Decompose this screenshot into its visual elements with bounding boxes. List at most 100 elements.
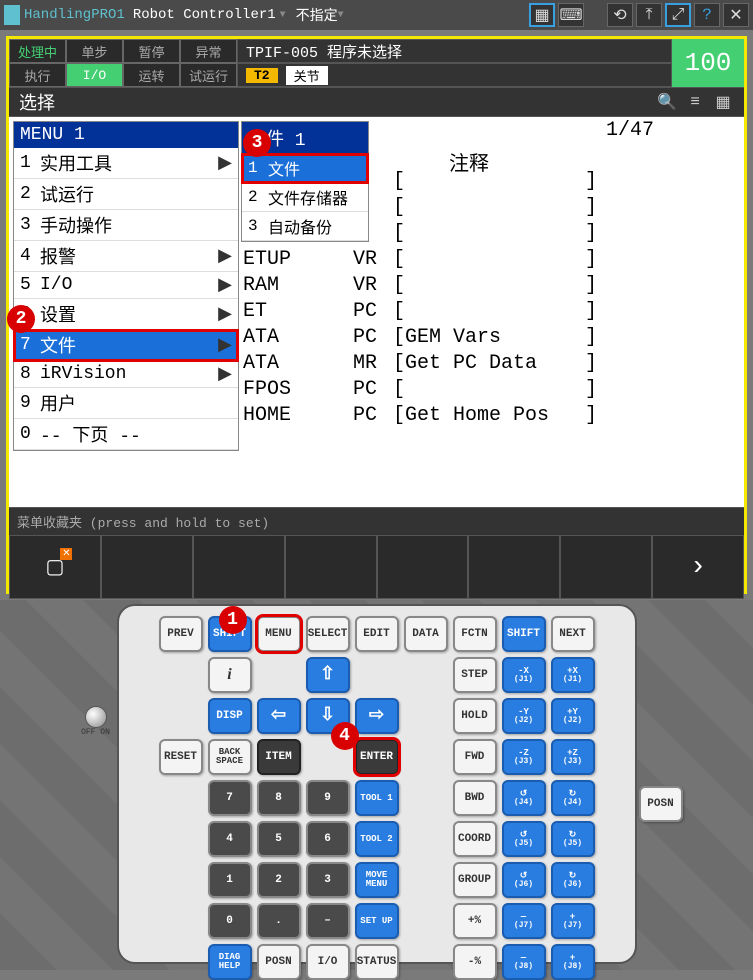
menu-item-irvision[interactable]: 8iRVision▶: [14, 361, 238, 388]
zoom-icon[interactable]: 🔍: [656, 91, 678, 113]
expand-icon[interactable]: ⤢: [665, 3, 691, 27]
fctn-button[interactable]: FCTN: [453, 616, 497, 652]
favorite-slot[interactable]: [285, 535, 377, 599]
diag-button[interactable]: DIAG HELP: [208, 944, 252, 980]
jog-minus-j6[interactable]: ↺(J6): [502, 862, 546, 898]
enter-button[interactable]: ENTER: [355, 739, 399, 775]
num-0[interactable]: 0: [208, 903, 252, 939]
disp-button[interactable]: DISP: [208, 698, 252, 734]
jog-plus-x[interactable]: +X(J1): [551, 657, 595, 693]
num-5[interactable]: 5: [257, 821, 301, 857]
list-icon[interactable]: ≡: [684, 91, 706, 113]
menu-item-utilities[interactable]: 1实用工具▶: [14, 148, 238, 179]
data-button[interactable]: DATA: [404, 616, 448, 652]
menu-item-file[interactable]: 7文件▶: [14, 330, 238, 361]
next-page-button[interactable]: ›: [652, 535, 744, 599]
submenu-item-filemem[interactable]: 2文件存储器: [242, 183, 368, 212]
favorite-slot[interactable]: [101, 535, 193, 599]
jog-plus-z[interactable]: +Z(J3): [551, 739, 595, 775]
menu-item-next[interactable]: 0-- 下页 --: [14, 419, 238, 450]
favorite-slot[interactable]: [193, 535, 285, 599]
num-7[interactable]: 7: [208, 780, 252, 816]
collapse-icon[interactable]: ⤒: [636, 3, 662, 27]
menu-button[interactable]: MENU: [257, 616, 301, 652]
submenu-item-file[interactable]: 1文件: [242, 154, 368, 183]
jog-minus-x[interactable]: -X(J1): [502, 657, 546, 693]
jog-minus-j8[interactable]: —(J8): [502, 944, 546, 980]
prev-button[interactable]: PREV: [159, 616, 203, 652]
io-button[interactable]: I/O: [306, 944, 350, 980]
calc-icon[interactable]: ▦: [529, 3, 555, 27]
grid-icon[interactable]: ▦: [712, 91, 734, 113]
jog-plus-y[interactable]: +Y(J2): [551, 698, 595, 734]
status-button[interactable]: STATUS: [355, 944, 399, 980]
jog-minus-j7[interactable]: —(J7): [502, 903, 546, 939]
jog-plus-j8[interactable]: +(J8): [551, 944, 595, 980]
right-arrow-button[interactable]: ⇨: [355, 698, 399, 734]
bwd-button[interactable]: BWD: [453, 780, 497, 816]
up-arrow-button[interactable]: ⇧: [306, 657, 350, 693]
menu-item-alarm[interactable]: 4报警▶: [14, 241, 238, 272]
menu-item-manual[interactable]: 3手动操作: [14, 210, 238, 241]
menu-item-setup[interactable]: 6设置▶: [14, 299, 238, 330]
jog-minus-j4[interactable]: ↺(J4): [502, 780, 546, 816]
shift-button-right[interactable]: SHIFT: [502, 616, 546, 652]
backspace-button[interactable]: BACK SPACE: [208, 739, 252, 775]
movemenu-button[interactable]: MOVE MENU: [355, 862, 399, 898]
jog-minus-y[interactable]: -Y(J2): [502, 698, 546, 734]
jog-plus-j7[interactable]: +(J7): [551, 903, 595, 939]
controller-dropdown-icon[interactable]: ▼: [280, 10, 286, 21]
jog-plus-j4[interactable]: ↻(J4): [551, 780, 595, 816]
info-button[interactable]: i: [208, 657, 252, 693]
coord-button[interactable]: COORD: [453, 821, 497, 857]
favorite-slot[interactable]: [560, 535, 652, 599]
menu-item-user[interactable]: 9用户: [14, 388, 238, 419]
fwd-button[interactable]: FWD: [453, 739, 497, 775]
menu-item-testcycle[interactable]: 2试运行: [14, 179, 238, 210]
jog-plus-j5[interactable]: ↻(J5): [551, 821, 595, 857]
status-fault: 异常: [180, 39, 237, 63]
item-button[interactable]: ITEM: [257, 739, 301, 775]
num-dot[interactable]: .: [257, 903, 301, 939]
submenu-item-autobackup[interactable]: 3自动备份: [242, 212, 368, 241]
jog-minus-z[interactable]: -Z(J3): [502, 739, 546, 775]
num-2[interactable]: 2: [257, 862, 301, 898]
num-dash-button[interactable]: –: [306, 903, 350, 939]
posn-button[interactable]: POSN: [257, 944, 301, 980]
num-4[interactable]: 4: [208, 821, 252, 857]
jog-minus-j5[interactable]: ↺(J5): [502, 821, 546, 857]
mode-dropdown-icon[interactable]: ▼: [338, 10, 344, 21]
mode-label[interactable]: 不指定: [296, 5, 338, 25]
pct-plus-button[interactable]: +%: [453, 903, 497, 939]
keyboard-icon[interactable]: ⌨: [558, 3, 584, 27]
edit-button[interactable]: EDIT: [355, 616, 399, 652]
num-9[interactable]: 9: [306, 780, 350, 816]
close-icon[interactable]: ✕: [723, 3, 749, 27]
num-1[interactable]: 1: [208, 862, 252, 898]
controller-name[interactable]: Robot Controller1: [133, 7, 276, 23]
menu-item-io[interactable]: 5I/O▶: [14, 272, 238, 299]
hold-button[interactable]: HOLD: [453, 698, 497, 734]
num-3[interactable]: 3: [306, 862, 350, 898]
reset-button[interactable]: RESET: [159, 739, 203, 775]
tool1-button[interactable]: TOOL 1: [355, 780, 399, 816]
num-8[interactable]: 8: [257, 780, 301, 816]
favorite-slot[interactable]: [377, 535, 469, 599]
jog-plus-j6[interactable]: ↻(J6): [551, 862, 595, 898]
posn-side-button[interactable]: POSN: [639, 786, 683, 822]
step-button[interactable]: STEP: [453, 657, 497, 693]
group-button[interactable]: GROUP: [453, 862, 497, 898]
off-on-switch[interactable]: OFF ON: [81, 706, 111, 737]
t2-badge: T2: [246, 68, 278, 83]
next-button[interactable]: NEXT: [551, 616, 595, 652]
favorite-slot[interactable]: [468, 535, 560, 599]
num-6[interactable]: 6: [306, 821, 350, 857]
refresh-icon[interactable]: ⟲: [607, 3, 633, 27]
left-arrow-button[interactable]: ⇦: [257, 698, 301, 734]
favorite-slot[interactable]: ▢✕: [9, 535, 101, 599]
help-icon[interactable]: ?: [694, 3, 720, 27]
tool2-button[interactable]: TOOL 2: [355, 821, 399, 857]
select-button[interactable]: SELECT: [306, 616, 350, 652]
pct-minus-button[interactable]: -%: [453, 944, 497, 980]
setup-button[interactable]: SET UP: [355, 903, 399, 939]
